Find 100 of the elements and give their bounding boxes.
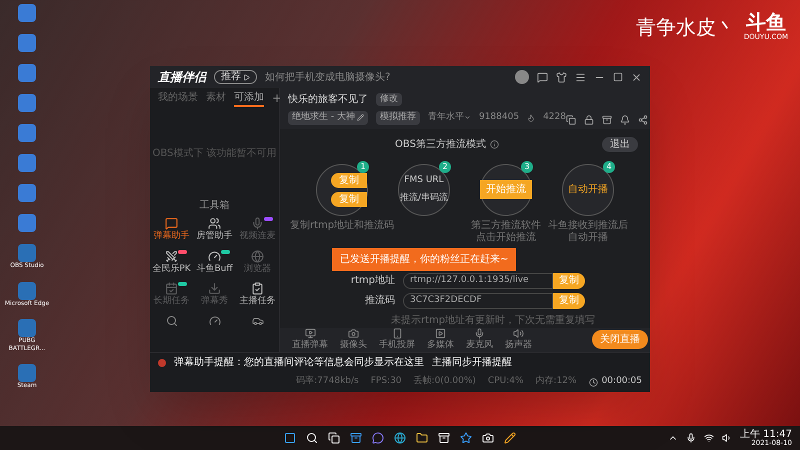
box-icon[interactable] [602,114,612,124]
flame-icon [527,114,536,122]
status-text: 码率:7748kb/s [296,375,359,388]
volume-icon[interactable] [722,433,732,443]
toolbar-item[interactable]: 摄像头 [340,328,367,352]
step-caption: 自动开播 [568,232,608,244]
tool-icon [165,250,178,262]
follower-count: 9188405 [478,111,520,124]
step-caption: 点击开始推流 [476,232,536,244]
toolbar-icon [513,328,524,338]
gauge-icon[interactable] [208,314,220,326]
tool-item[interactable]: 弹幕助手 [150,217,193,244]
step-caption: 复制rtmp地址和推流码 [290,220,394,232]
empty-message: OBS模式下 该功能暂不可用 [152,146,277,160]
url-field[interactable]: 3C7C3F2DECDF [403,292,553,308]
field-label: rtmp地址 [350,274,395,288]
room-title: 快乐的旅客不见了 [288,92,368,107]
share-icon[interactable] [638,114,648,124]
toolbar-item[interactable]: 手机投屏 [379,328,415,352]
hint-link[interactable]: 如何把手机变成电脑摄像头? [265,70,390,84]
copy-icon[interactable] [566,114,576,124]
menu-icon[interactable] [575,72,586,82]
toolbar-icon [435,328,446,338]
message-icon[interactable] [537,72,548,82]
camera-icon[interactable] [482,432,494,444]
edit-button[interactable]: 修改 [376,92,402,106]
live-time: 00:00:05 [602,375,642,388]
tool-icon [208,217,221,230]
pencil-icon [356,114,364,122]
shirt-icon[interactable] [556,72,567,82]
clock-icon [588,378,598,386]
notice-text: 弹幕助手提醒：您的直播间评论等信息会同步显示在这里 [174,356,424,370]
url-field[interactable]: rtmp://127.0.0.1:1935/live [403,272,553,288]
play-icon [243,74,250,80]
mic-icon[interactable] [686,433,696,443]
tool-item[interactable]: 房管助手 [193,217,236,244]
step-label: 自动开播 [568,182,608,197]
status-text: FPS:30 [370,375,402,388]
tool-icon [208,282,221,295]
toolbar-item[interactable]: 麦克风 [466,328,493,352]
tool-icon [208,250,221,262]
status-text: CPU:4% [488,375,524,388]
tool-icon [251,217,264,230]
category-button[interactable]: 绝地求生 - 大神 [288,111,368,124]
tool-item[interactable]: 全民乐PK [150,250,193,276]
lock-icon[interactable] [584,114,594,124]
tool-icon [165,217,178,230]
step-number: 4 [603,160,615,172]
toolbar-icon [474,328,485,338]
bell-icon[interactable] [620,114,630,124]
add-tab-button[interactable]: + [272,89,282,107]
tool-icon [251,250,264,262]
close-icon[interactable] [631,72,642,82]
browser-icon[interactable] [394,432,406,444]
notice-text: 主播同步开播提醒 [432,356,512,370]
star-icon[interactable] [460,432,472,444]
task-view-icon[interactable] [328,432,340,444]
toolbar-item[interactable]: 多媒体 [427,328,454,352]
stop-stream-button[interactable]: 关闭直播 [592,330,648,350]
tool-icon [251,282,264,295]
chat-icon[interactable] [372,432,384,444]
step-caption: 第三方推流软件 [471,220,541,232]
logo-text: 斗鱼 [746,12,786,32]
recommend-tag[interactable]: 模拟推荐 [376,111,420,124]
toolbar-item[interactable]: 直播弹幕 [292,328,328,352]
exit-button[interactable]: 退出 [602,136,638,152]
maximize-icon[interactable] [613,72,623,82]
panel-tab[interactable]: 我的场景 [158,90,198,106]
toolbar-icon [348,328,359,338]
search-icon[interactable] [306,432,318,444]
step-caption: 斗鱼接收到推流后 [548,220,628,232]
tool-item[interactable]: 主播任务 [236,282,279,308]
step-label: FMS URL [404,174,444,187]
step-label: 推流/串码流 [400,192,448,204]
step-number: 1 [357,160,369,172]
toolbox-title: 工具箱 [198,199,230,213]
clock-time[interactable]: 上午 11:47 [740,430,792,440]
panel-tab[interactable]: 素材 [206,90,226,106]
recommend-button[interactable]: 推荐 [214,70,257,84]
field-label: 推流码 [364,294,395,308]
status-text: 内存:12% [536,375,577,388]
app-logo: 直播伴侣 [158,69,206,86]
toolbar-icon [304,328,316,338]
heat-count: 4228 [543,111,566,124]
chevron-down-icon [464,114,471,122]
avatar[interactable] [515,70,529,84]
tool-item[interactable]: 斗鱼Buff [193,250,236,276]
overlay-title: 青争水皮丶 [636,14,736,42]
step-number: 2 [439,160,451,172]
wifi-icon[interactable] [704,433,714,443]
folder-icon[interactable] [416,432,428,444]
tool-icon [165,282,178,295]
toolbar-icon [392,328,402,338]
hint-text: 未提示rtmp地址有更新时，下次无需重复填写 [390,314,596,328]
panel-tab[interactable]: 可添加 [234,90,264,106]
info-icon[interactable] [490,140,499,148]
status-text: 丢帧:0(0.00%) [414,375,476,388]
toolbar-item[interactable]: 扬声器 [505,328,532,352]
level-dropdown[interactable]: 青年水平 [428,111,471,124]
toast-message: 已发送开播提醒，你的粉丝正在赶来~ [332,248,516,270]
